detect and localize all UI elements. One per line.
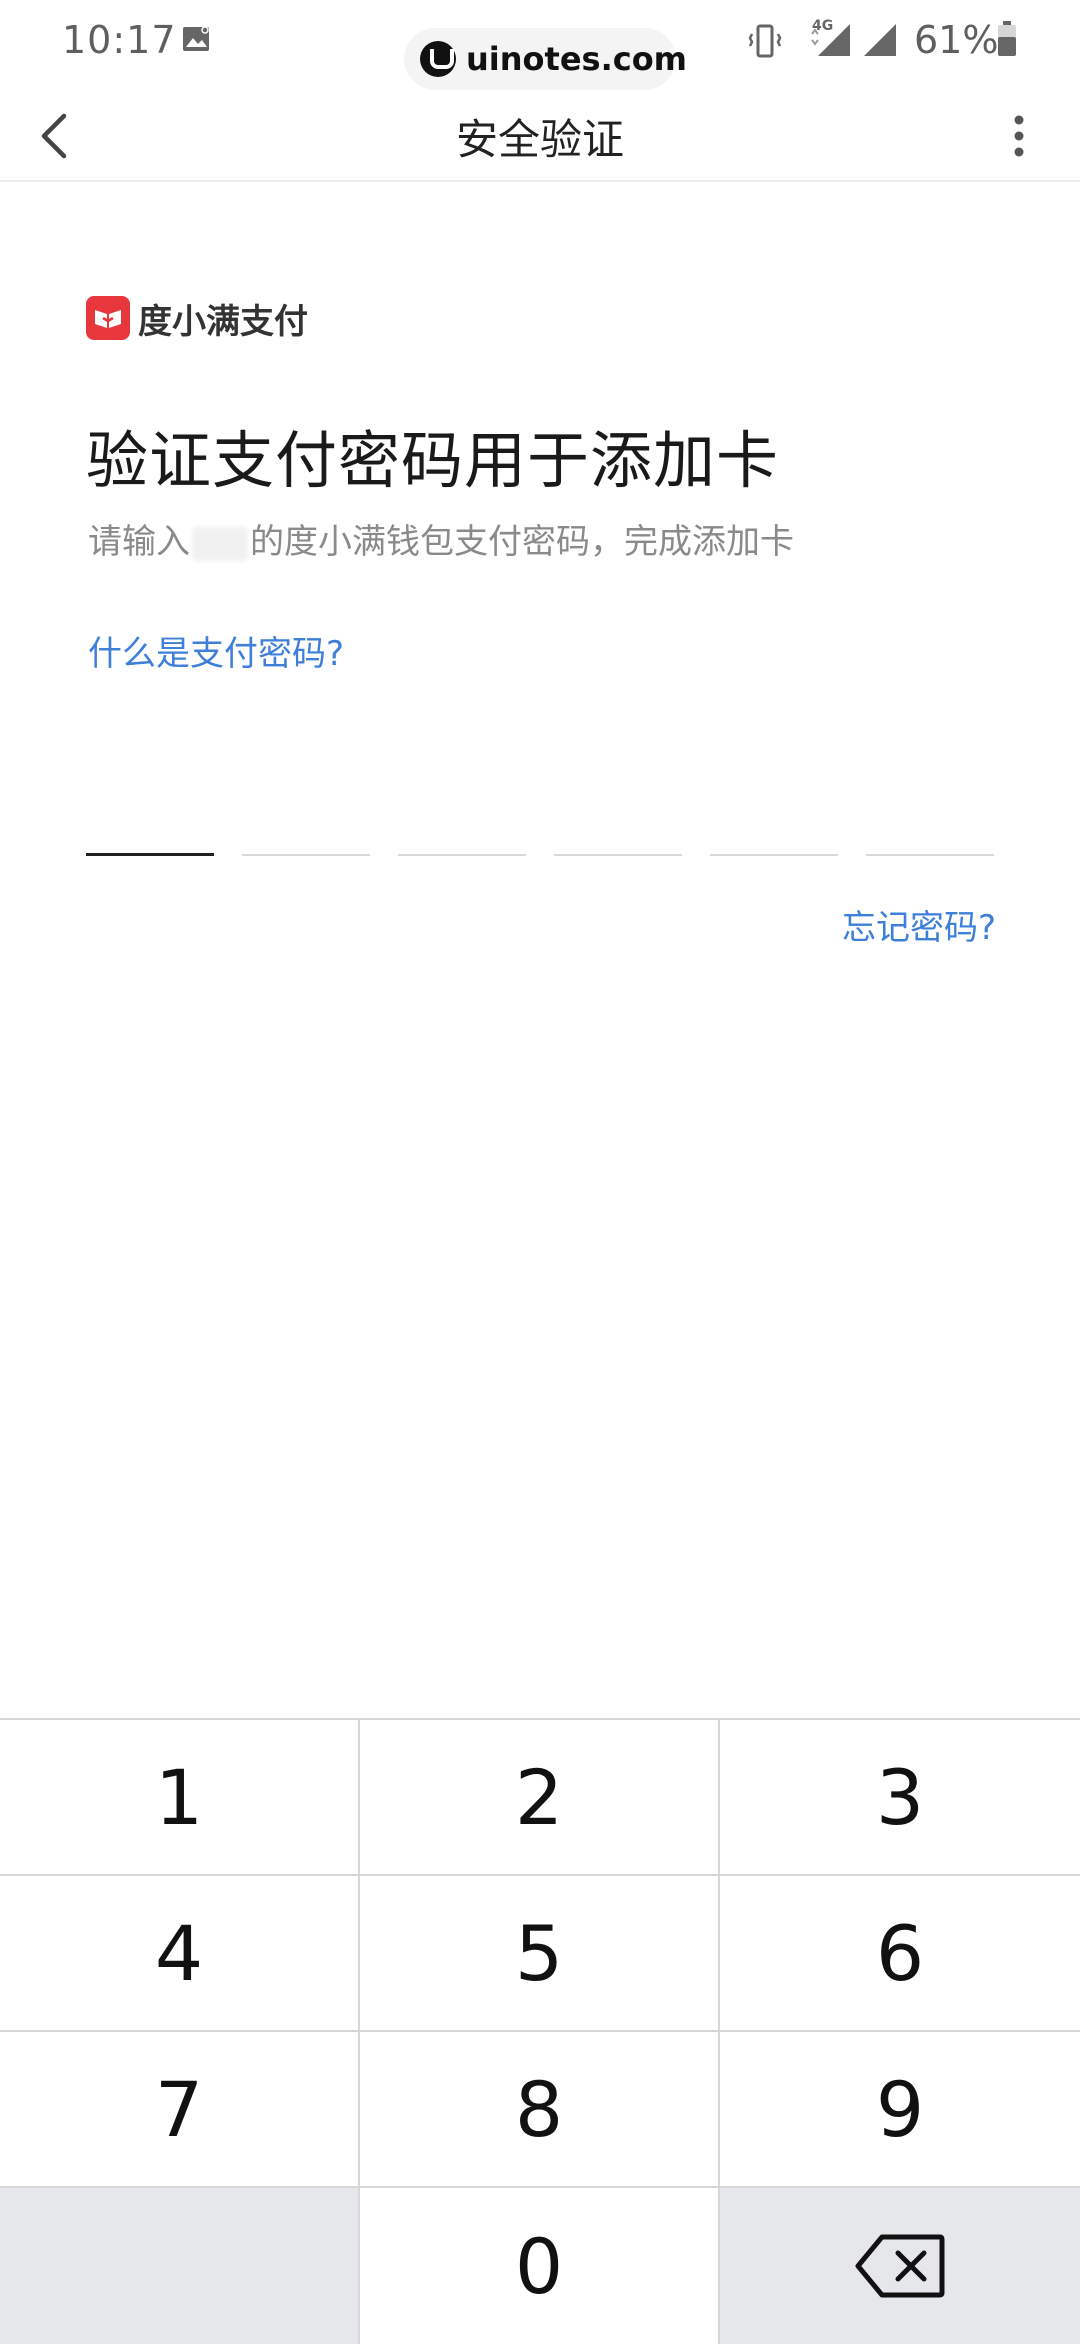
key-6[interactable]: 6 [720, 1876, 1080, 2032]
page-heading: 验证支付密码用于添加卡 [86, 424, 780, 497]
instruction-text: 请输入 的度小满钱包支付密码，完成添加卡 [88, 514, 794, 563]
battery-percent: 61% [914, 18, 999, 62]
backspace-button[interactable] [720, 2188, 1080, 2344]
pin-slot[interactable] [242, 800, 370, 856]
uinotes-logo-icon [420, 41, 456, 77]
vibrate-icon [748, 24, 782, 58]
domain-label: uinotes.com [466, 40, 688, 78]
key-3[interactable]: 3 [720, 1720, 1080, 1876]
key-2[interactable]: 2 [360, 1720, 720, 1876]
pin-slot[interactable] [86, 800, 214, 856]
more-vertical-icon[interactable] [1004, 110, 1034, 162]
pin-slot[interactable] [866, 800, 994, 856]
signal-icon [811, 24, 850, 56]
masked-account [192, 526, 248, 561]
numeric-keypad: 1 2 3 4 5 6 7 8 9 0 [0, 1718, 1080, 2344]
what-is-payment-password-link[interactable]: 什么是支付密码? [88, 626, 344, 675]
image-icon [183, 26, 209, 51]
key-0[interactable]: 0 [360, 2188, 720, 2344]
instruction-suffix: 的度小满钱包支付密码，完成添加卡 [250, 522, 794, 562]
domain-pill: uinotes.com [404, 28, 687, 90]
signal-icon [864, 24, 896, 56]
forgot-password-link[interactable]: 忘记密码? [842, 900, 996, 949]
battery-icon [998, 21, 1016, 56]
key-8[interactable]: 8 [360, 2032, 720, 2188]
brand-header: 度小满支付 [86, 296, 308, 342]
duxiaoman-logo-icon [86, 296, 130, 340]
key-4[interactable]: 4 [0, 1876, 360, 2032]
key-5[interactable]: 5 [360, 1876, 720, 2032]
key-9[interactable]: 9 [720, 2032, 1080, 2188]
brand-name: 度小满支付 [138, 301, 308, 342]
instruction-prefix: 请输入 [88, 522, 190, 562]
pin-slot[interactable] [710, 800, 838, 856]
backspace-icon [855, 2234, 945, 2298]
page-title: 安全验证 [455, 115, 624, 164]
pin-slot[interactable] [554, 800, 682, 856]
key-blank [0, 2188, 360, 2344]
pin-input[interactable] [86, 800, 994, 856]
status-bar: 10:17 uinotes.com 4G 61% [0, 0, 1080, 90]
app-bar: 安全验证 [0, 90, 1080, 182]
status-time: 10:17 [62, 18, 177, 62]
key-1[interactable]: 1 [0, 1720, 360, 1876]
key-7[interactable]: 7 [0, 2032, 360, 2188]
pin-slot[interactable] [398, 800, 526, 856]
